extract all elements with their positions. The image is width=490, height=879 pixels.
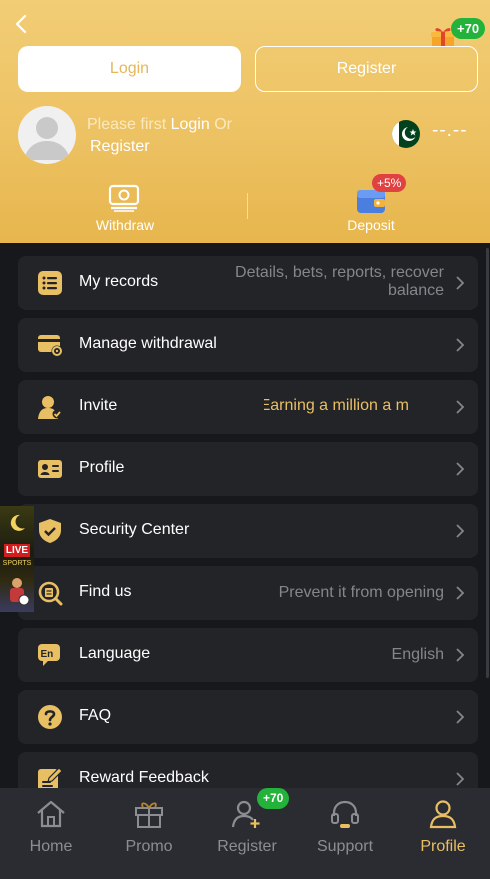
scrollbar[interactable] bbox=[486, 248, 489, 678]
nav-home-label: Home bbox=[29, 838, 73, 855]
nav-register-label: Register bbox=[217, 838, 277, 855]
profile-menu: My records Details, bets, reports, recov… bbox=[18, 256, 478, 814]
menu-sub-line-1: Details, bets, reports, recover bbox=[235, 264, 444, 281]
chevron-right-icon bbox=[456, 462, 465, 476]
marquee-content: onth Earning a million a m bbox=[264, 397, 409, 414]
menu-label: Find us bbox=[79, 583, 132, 600]
menu-label: Invite bbox=[79, 397, 118, 414]
pakistan-flag-icon[interactable] bbox=[392, 120, 420, 148]
menu-sub-text: Details, bets, reports, recover balance bbox=[235, 264, 444, 300]
nav-support-label: Support bbox=[316, 838, 374, 855]
question-icon bbox=[38, 705, 62, 729]
records-icon bbox=[38, 271, 62, 295]
chevron-right-icon bbox=[456, 338, 465, 352]
menu-sub-line-2: balance bbox=[387, 282, 444, 299]
nav-promo-label: Promo bbox=[125, 838, 173, 855]
menu-label: My records bbox=[79, 273, 159, 290]
menu-label: FAQ bbox=[79, 707, 112, 724]
back-arrow-icon[interactable] bbox=[12, 12, 32, 36]
register-bonus-badge: +70 bbox=[257, 788, 290, 809]
menu-sub-text: English bbox=[391, 646, 444, 663]
menu-label: Manage withdrawal bbox=[79, 335, 217, 352]
menu-item-faq[interactable]: FAQ bbox=[18, 690, 478, 744]
chevron-right-icon bbox=[456, 648, 465, 662]
chevron-right-icon bbox=[456, 586, 465, 600]
deposit-label: Deposit bbox=[347, 217, 395, 233]
deposit-bonus-badge: +5% bbox=[372, 174, 407, 192]
gift-badge: +70 bbox=[451, 18, 486, 39]
nav-profile-label: Profile bbox=[420, 838, 466, 855]
live-label: LIVE bbox=[4, 544, 30, 557]
invite-marquee-text: onth Earning a million a m bbox=[264, 397, 442, 415]
login-button[interactable]: Login bbox=[18, 46, 241, 92]
user-icon bbox=[429, 800, 457, 829]
hint-login-link[interactable]: Login bbox=[171, 116, 210, 133]
quick-action-divider bbox=[247, 193, 248, 219]
nav-home[interactable]: Home bbox=[2, 788, 100, 879]
nav-support[interactable]: Support bbox=[296, 788, 394, 879]
menu-sub-text: Prevent it from opening bbox=[278, 584, 444, 601]
chevron-right-icon bbox=[456, 276, 465, 290]
nav-profile[interactable]: Profile bbox=[394, 788, 490, 879]
nav-promo[interactable]: Promo bbox=[100, 788, 198, 879]
search-document-icon bbox=[38, 581, 63, 606]
default-avatar-icon bbox=[24, 117, 70, 160]
chevron-right-icon bbox=[456, 524, 465, 538]
chevron-right-icon bbox=[456, 400, 465, 414]
register-button[interactable]: Register bbox=[255, 46, 478, 92]
card-settings-icon bbox=[38, 335, 63, 357]
menu-item-find-us[interactable]: Find us Prevent it from opening bbox=[18, 566, 478, 620]
balance-value: --.-- bbox=[432, 120, 468, 141]
menu-item-profile[interactable]: Profile bbox=[18, 442, 478, 496]
live-sports-floating-banner[interactable]: LIVE SPORTS bbox=[0, 506, 34, 612]
menu-label: Security Center bbox=[79, 521, 190, 538]
login-hint: Please first Login Or Register bbox=[87, 114, 277, 158]
menu-item-my-records[interactable]: My records Details, bets, reports, recov… bbox=[18, 256, 478, 310]
svg-text:En: En bbox=[41, 649, 54, 660]
withdraw-label: Withdraw bbox=[95, 217, 155, 233]
home-icon bbox=[37, 800, 65, 828]
sports-label: SPORTS bbox=[2, 560, 32, 567]
user-invite-icon bbox=[38, 396, 62, 419]
bottom-nav: Home Promo Register Support Profile bbox=[0, 788, 490, 879]
gift-box-icon bbox=[135, 802, 163, 828]
headset-icon bbox=[331, 800, 359, 828]
withdraw-icon bbox=[108, 184, 140, 212]
moon-icon bbox=[10, 514, 25, 531]
menu-label: Reward Feedback bbox=[79, 769, 209, 786]
chevron-right-icon bbox=[456, 710, 465, 724]
hint-prefix: Please first bbox=[87, 116, 171, 133]
menu-item-language[interactable]: En Language English bbox=[18, 628, 478, 682]
hint-register-link[interactable]: Register bbox=[87, 136, 277, 158]
hint-or: Or bbox=[209, 116, 232, 133]
chevron-right-icon bbox=[456, 772, 465, 786]
menu-item-security-center[interactable]: Security Center bbox=[18, 504, 478, 558]
avatar[interactable] bbox=[18, 106, 76, 164]
player-image bbox=[10, 578, 30, 606]
id-card-icon bbox=[38, 460, 62, 478]
menu-label: Language bbox=[79, 645, 151, 662]
shield-check-icon bbox=[39, 519, 61, 543]
profile-header: +70 Login Register Please first Login Or… bbox=[0, 0, 490, 243]
language-icon: En bbox=[38, 644, 60, 666]
menu-label: Profile bbox=[79, 459, 125, 476]
menu-item-manage-withdrawal[interactable]: Manage withdrawal bbox=[18, 318, 478, 372]
menu-item-invite[interactable]: Invite onth Earning a million a m bbox=[18, 380, 478, 434]
